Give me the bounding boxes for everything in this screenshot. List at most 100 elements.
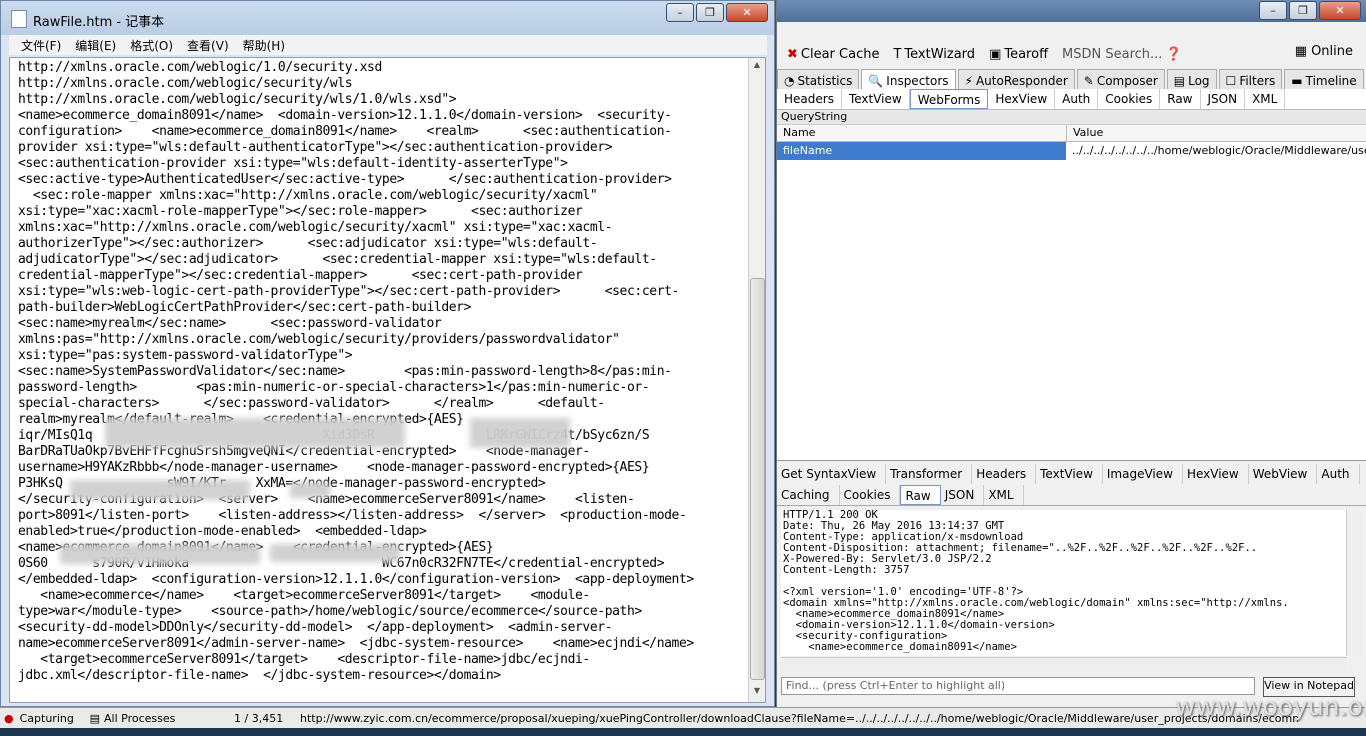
capturing-toggle[interactable]: Capturing (20, 712, 74, 725)
resp-tab-json[interactable]: JSON (941, 485, 985, 505)
menu-file[interactable]: 文件(F) (21, 37, 61, 54)
resp-tab-auth[interactable]: Auth (1317, 464, 1360, 484)
notepad-icon (11, 10, 27, 28)
column-name[interactable]: Name (777, 125, 1067, 141)
column-value[interactable]: Value (1067, 125, 1366, 141)
maximize-icon[interactable]: ❐ (1289, 1, 1317, 20)
response-line: Content-Length: 3757 (783, 564, 910, 576)
response-raw-text[interactable]: HTTP/1.1 200 OK Date: Thu, 26 May 2016 13… (781, 510, 1349, 656)
resp-tab-raw[interactable]: Raw (900, 485, 941, 505)
notepad-window-controls: – ❐ ✕ (666, 3, 768, 22)
req-tab-webforms[interactable]: WebForms (909, 89, 989, 109)
resp-tab-imageview[interactable]: ImageView (1103, 464, 1183, 484)
req-tab-auth[interactable]: Auth (1055, 89, 1099, 109)
online-icon: ▦ (1294, 44, 1308, 59)
resp-tab-transformer[interactable]: Transformer (886, 464, 973, 484)
resp-tab-caching[interactable]: Caching (777, 485, 840, 505)
text-line: enabled>true</production-mode-enabled> <… (18, 524, 427, 539)
tearoff-button[interactable]: ▣ Tearoff (989, 47, 1048, 62)
menu-format[interactable]: 格式(O) (130, 37, 173, 54)
resp-tab-cookies[interactable]: Cookies (840, 485, 901, 505)
fiddler-main-tabs: ◔ Statistics 🔍 Inspectors ⚡ AutoResponder ✎… (777, 69, 1366, 90)
response-horizontal-scrollbar[interactable] (781, 657, 1347, 672)
session-url: http://www.zyic.com.cn/ecommerce/proposa… (300, 712, 1301, 725)
redaction-blur (70, 480, 250, 500)
text-line: type>war</module-type> <source-path>/hom… (18, 604, 642, 619)
resp-tab-textview[interactable]: TextView (1036, 464, 1103, 484)
log-icon: ▤ (1173, 73, 1186, 88)
tab-log[interactable]: ▤ Log (1166, 69, 1217, 89)
fiddler-window-controls: – ❐ ✕ (1259, 1, 1361, 20)
text-line: special-characters> </sec:password-valid… (18, 396, 605, 411)
minimize-icon[interactable]: – (666, 3, 694, 22)
resp-tab-syntaxview[interactable]: Get SyntaxView (777, 464, 887, 484)
scroll-down-icon[interactable]: ▼ (751, 686, 763, 700)
req-tab-headers[interactable]: Headers (777, 89, 842, 109)
resp-tab-xml[interactable]: XML (984, 485, 1024, 505)
req-tab-textview[interactable]: TextView (842, 89, 910, 109)
online-indicator[interactable]: ▦ Online (1295, 44, 1353, 59)
inspectors-icon: 🔍 (868, 73, 884, 88)
notepad-title: RawFile.htm - 记事本 (33, 15, 165, 30)
minimize-icon[interactable]: – (1259, 1, 1287, 20)
tab-statistics[interactable]: ◔ Statistics (777, 69, 860, 89)
req-tab-xml[interactable]: XML (1245, 89, 1286, 109)
timeline-icon: ▬ (1291, 73, 1303, 88)
req-tab-raw[interactable]: Raw (1160, 89, 1201, 109)
close-icon[interactable]: ✕ (726, 3, 768, 22)
tab-autoresponder[interactable]: ⚡ AutoResponder (957, 69, 1075, 89)
table-row[interactable]: fileName ../../../../../../../../home/we… (777, 142, 1366, 160)
notepad-content[interactable]: http://xmlns.oracle.com/weblogic/1.0/sec… (18, 60, 748, 700)
maximize-icon[interactable]: ❐ (696, 3, 724, 22)
help-icon[interactable]: ❓ (1165, 47, 1181, 62)
fiddler-titlebar: – ❐ ✕ (777, 0, 1366, 22)
text-line: authorizerType"></sec:authorizer> <sec:a… (18, 236, 598, 251)
menu-view[interactable]: 查看(V) (187, 37, 229, 54)
tab-composer[interactable]: ✎ Composer (1076, 69, 1165, 89)
response-vertical-scrollbar[interactable] (1346, 510, 1361, 656)
req-tab-cookies[interactable]: Cookies (1098, 89, 1161, 109)
resp-tab-headers[interactable]: Headers (972, 464, 1037, 484)
text-line: xsi:type="pas:system-password-validatorT… (18, 348, 353, 363)
notepad-vertical-scrollbar[interactable]: ▲ ▼ (748, 58, 765, 702)
menu-edit[interactable]: 编辑(E) (75, 37, 116, 54)
scroll-up-icon[interactable]: ▲ (751, 60, 763, 74)
clear-cache-button[interactable]: ✖ Clear Cache (787, 47, 879, 62)
req-tab-json[interactable]: JSON (1201, 89, 1246, 109)
capture-indicator-icon[interactable]: ● (4, 712, 14, 725)
textwizard-icon: T (893, 46, 902, 62)
text-line: provider xsi:type="wls:default-authentic… (18, 140, 613, 155)
text-line: name>ecommerceServer8091</admin-server-n… (18, 636, 694, 651)
redaction-blur (290, 482, 330, 498)
redaction-blur (60, 544, 260, 564)
notepad-window: RawFile.htm - 记事本 – ❐ ✕ 文件(F) 编辑(E) 格式(O… (0, 0, 775, 707)
param-name[interactable]: fileName (777, 142, 1066, 160)
msdn-search-input[interactable]: MSDN Search... ❓ (1062, 47, 1182, 62)
resp-tab-hexview[interactable]: HexView (1183, 464, 1249, 484)
querystring-columns: Name Value (777, 125, 1366, 142)
tab-timeline[interactable]: ▬ Timeline (1284, 69, 1364, 89)
text-line: <name>ecommerce</name> <target>ecommerce… (18, 588, 590, 603)
statistics-icon: ◔ (784, 73, 795, 88)
request-inspector-tabs: Headers TextView WebForms HexView Auth C… (777, 89, 1366, 110)
text-line: <sec:active-type>AuthenticatedUser</sec:… (18, 172, 672, 187)
param-value[interactable]: ../../../../../../../../home/weblogic/Or… (1066, 142, 1366, 160)
process-filter[interactable]: All Processes (104, 712, 224, 725)
req-tab-hexview[interactable]: HexView (988, 89, 1056, 109)
text-line: jdbc.xml</descriptor-file-name> </jdbc-s… (18, 668, 501, 683)
close-icon[interactable]: ✕ (1319, 1, 1361, 20)
text-line: <sec:authentication-provider xsi:type="w… (18, 156, 568, 171)
tab-inspectors[interactable]: 🔍 Inspectors (861, 69, 956, 89)
tab-filters[interactable]: ☐ Filters (1218, 69, 1283, 89)
textwizard-button[interactable]: T TextWizard (893, 47, 975, 62)
response-inspector-tabs-row1: Get SyntaxView Transformer Headers TextV… (777, 464, 1366, 484)
menu-help[interactable]: 帮助(H) (243, 37, 285, 54)
notepad-text-area[interactable]: http://xmlns.oracle.com/weblogic/1.0/sec… (9, 57, 766, 703)
text-line: credential-mapperType"></sec:credential-… (18, 268, 583, 283)
text-line: <sec:role-mapper xmlns:xac="http://xmlns… (18, 188, 598, 203)
scroll-thumb[interactable] (750, 278, 765, 680)
text-line: http://xmlns.oracle.com/weblogic/1.0/sec… (18, 60, 382, 75)
resp-tab-webview[interactable]: WebView (1249, 464, 1318, 484)
fiddler-window: – ❐ ✕ ✖ Clear Cache T TextWizard ▣ Tearoff … (776, 0, 1366, 712)
text-line: <target>ecommerceServer8091</target> <de… (18, 652, 590, 667)
